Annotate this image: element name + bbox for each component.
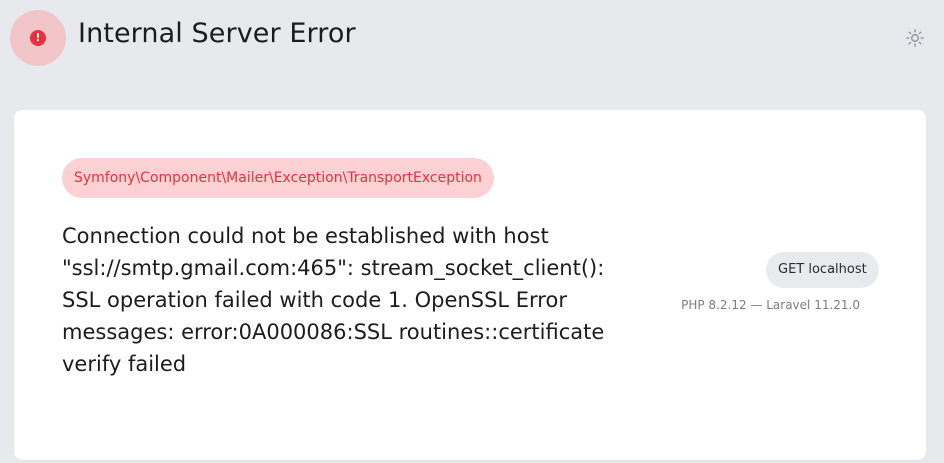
version-info: PHP 8.2.12 — Laravel 11.21.0 xyxy=(681,298,860,312)
error-status-badge: ! xyxy=(10,10,66,66)
request-method-badge: GET localhost xyxy=(766,252,879,288)
exclamation-circle-icon: ! xyxy=(30,30,46,46)
error-card: Symfony\Component\Mailer\Exception\Trans… xyxy=(14,110,926,460)
exception-class-badge: Symfony\Component\Mailer\Exception\Trans… xyxy=(62,158,494,198)
page-title: Internal Server Error xyxy=(78,18,356,49)
sun-icon[interactable] xyxy=(905,28,925,48)
error-message: Connection could not be established with… xyxy=(62,224,605,376)
page-header: ! Internal Server Error xyxy=(0,0,944,78)
